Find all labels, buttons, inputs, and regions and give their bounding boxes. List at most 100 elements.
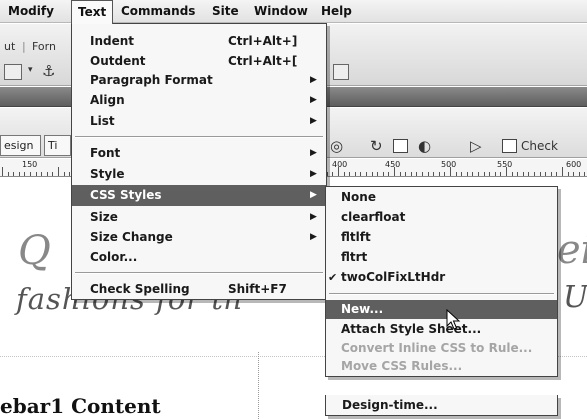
ruler-tick: [24, 172, 25, 176]
header-script-letter: Q: [18, 228, 51, 274]
menu-item-style[interactable]: Style ▶: [72, 164, 326, 185]
forms-tab-fragment[interactable]: Forn: [32, 40, 56, 53]
ruler-tick: [400, 172, 401, 176]
menu-item-label: Font: [90, 146, 121, 160]
menu-separator: [329, 293, 554, 295]
ruler-tick: [349, 172, 350, 176]
insert-tab-fragment[interactable]: ut: [4, 40, 15, 53]
view-options-icon[interactable]: [393, 139, 408, 153]
menu-separator: [75, 272, 323, 274]
template-icon[interactable]: [333, 64, 349, 80]
menu-item-label: CSS Styles: [90, 188, 162, 202]
menu-item-check-spelling[interactable]: Check Spelling Shift+F7: [72, 279, 326, 300]
menu-item-css-styles[interactable]: CSS Styles ▶: [72, 185, 326, 206]
menu-bar: Modify Text Commands Site Window Help: [0, 0, 587, 24]
menu-item-shortcut: Ctrl+Alt+]: [228, 34, 298, 48]
check-page-label[interactable]: Check: [521, 139, 558, 153]
menu-item-label: fltlft: [341, 230, 371, 244]
ruler-tick: [517, 172, 518, 176]
validate-icon[interactable]: ▷: [470, 137, 482, 155]
checkmark-icon: ✔: [328, 271, 338, 284]
ruler-tick: [355, 172, 356, 176]
ruler-tick: [13, 172, 14, 176]
check-page-icon[interactable]: [502, 139, 517, 153]
menu-item-paragraph-format[interactable]: Paragraph Format ▶: [72, 70, 326, 91]
ruler-tick: [47, 172, 48, 176]
ruler-tick: [377, 172, 378, 176]
menu-item-list[interactable]: List ▶: [72, 111, 326, 132]
menu-item-label: Indent: [90, 34, 135, 48]
ruler-tick: [58, 167, 59, 176]
menu-separator: [75, 136, 323, 138]
menu-item-indent[interactable]: Indent Ctrl+Alt+]: [72, 31, 326, 52]
ruler-tick: [444, 172, 445, 176]
menu-item-font[interactable]: Font ▶: [72, 143, 326, 164]
menu-modify[interactable]: Modify: [2, 0, 60, 23]
ruler-tick: [36, 172, 37, 176]
submenu-arrow-icon: ▶: [310, 232, 317, 242]
menu-item-label: clearfloat: [341, 210, 406, 224]
layout-guide-vertical: [258, 352, 259, 419]
dropdown-arrow-icon[interactable]: ▾: [28, 65, 33, 75]
submenu-arrow-icon: ▶: [310, 116, 317, 126]
menu-window[interactable]: Window: [248, 0, 314, 23]
ruler-tick: [8, 172, 9, 176]
menu-item-label: fltrt: [341, 250, 368, 264]
css-styles-submenu: None clearfloat fltlft fltrt ✔ twoColFix…: [325, 186, 558, 377]
ruler-label: 500: [441, 160, 457, 169]
menu-text[interactable]: Text: [71, 0, 114, 24]
submenu-item-none[interactable]: None: [326, 187, 557, 208]
ruler-tick: [495, 172, 496, 176]
submenu-item-design-time[interactable]: Design-time...: [325, 395, 558, 416]
menu-item-size[interactable]: Size ▶: [72, 207, 326, 228]
submenu-item-new[interactable]: New...: [326, 300, 557, 319]
ruler-label: 450: [385, 160, 401, 169]
submenu-item-clearfloat[interactable]: clearfloat: [326, 207, 557, 228]
ruler-tick: [52, 172, 53, 176]
browser-preview-icon[interactable]: ◎: [330, 137, 343, 155]
title-field-fragment[interactable]: Ti: [44, 135, 71, 156]
ruler-tick: [467, 172, 468, 176]
menu-item-label: New...: [341, 302, 384, 316]
design-view-button[interactable]: esign: [0, 135, 41, 156]
submenu-item-fltrt[interactable]: fltrt: [326, 247, 557, 268]
submenu-item-twocolfixlthdr[interactable]: ✔ twoColFixLtHdr: [326, 267, 557, 288]
ruler-label: 550: [497, 160, 513, 169]
ruler-tick: [512, 172, 513, 176]
menu-site[interactable]: Site: [206, 0, 245, 23]
ruler-tick: [64, 172, 65, 176]
submenu-item-move-css-rules: Move CSS Rules...: [326, 357, 557, 378]
anchor-icon[interactable]: ⚓: [42, 62, 55, 80]
refresh-icon[interactable]: ↻: [370, 137, 383, 155]
menu-commands[interactable]: Commands: [115, 0, 201, 23]
ruler-tick: [551, 172, 552, 176]
sidebar-heading[interactable]: ebar1 Content: [0, 394, 161, 418]
ruler-tick: [506, 167, 507, 176]
menu-item-shortcut: Shift+F7: [228, 282, 287, 296]
menu-item-color[interactable]: Color...: [72, 247, 326, 268]
ruler-tick: [422, 172, 423, 176]
tab-divider: |: [22, 40, 26, 53]
ruler-tick: [456, 172, 457, 176]
ruler-tick: [439, 172, 440, 176]
ruler-tick: [540, 172, 541, 176]
ruler-tick: [360, 172, 361, 176]
menu-help[interactable]: Help: [315, 0, 358, 23]
menu-item-align[interactable]: Align ▶: [72, 90, 326, 111]
menu-item-outdent[interactable]: Outdent Ctrl+Alt+[: [72, 51, 326, 72]
menu-item-label: Design-time...: [342, 398, 438, 412]
ruler-tick: [372, 172, 373, 176]
menu-item-label: Size Change: [90, 230, 173, 244]
visual-aids-icon[interactable]: ◐: [418, 137, 431, 155]
menu-item-label: Size: [90, 210, 118, 224]
submenu-item-fltlft[interactable]: fltlft: [326, 227, 557, 248]
ruler-tick: [2, 167, 3, 176]
menu-item-size-change[interactable]: Size Change ▶: [72, 227, 326, 248]
ruler-tick: [450, 167, 451, 176]
insert-div-icon[interactable]: [4, 64, 22, 80]
submenu-arrow-icon: ▶: [310, 75, 317, 85]
ruler-tick: [388, 172, 389, 176]
text-menu: Indent Ctrl+Alt+] Outdent Ctrl+Alt+[ Par…: [71, 23, 327, 300]
ruler-tick: [41, 172, 42, 176]
submenu-item-attach-style-sheet[interactable]: Attach Style Sheet...: [326, 319, 557, 340]
